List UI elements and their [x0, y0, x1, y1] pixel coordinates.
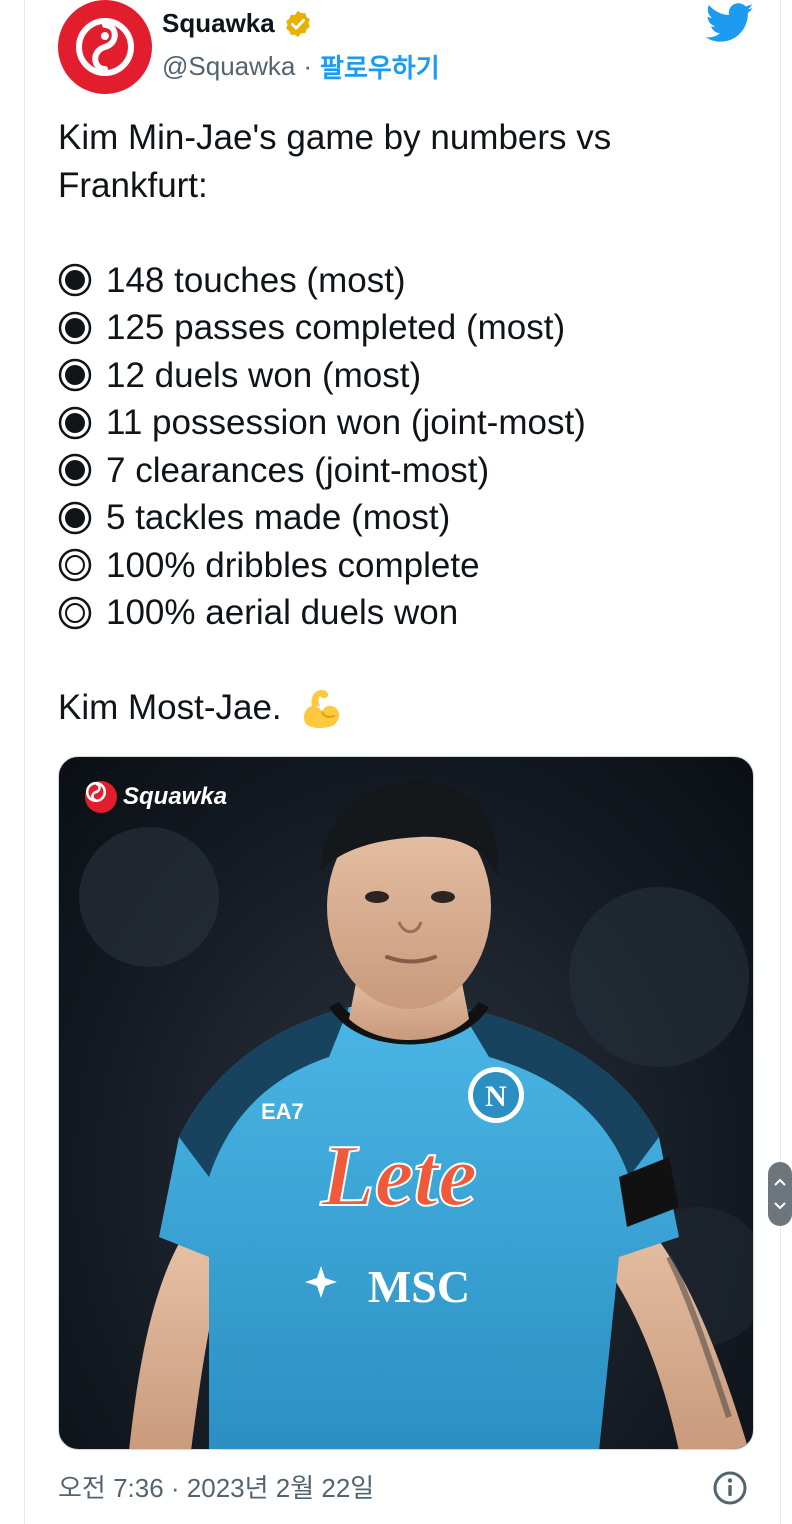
stat-line: 125 passes completed (most)	[58, 304, 758, 352]
stat-line: 5 tackles made (most)	[58, 494, 758, 542]
stat-line: 100% dribbles complete	[58, 542, 758, 590]
stat-line: 12 duels won (most)	[58, 352, 758, 400]
follow-link[interactable]: 팔로우하기	[320, 48, 440, 85]
chevron-up-icon	[774, 1178, 786, 1186]
media-brand-label: Squawka	[123, 783, 228, 810]
flexed-biceps-icon	[303, 690, 339, 729]
filled-circle-bullet-icon	[58, 454, 92, 487]
author-handle-row: @Squawka · 팔로우하기	[162, 48, 440, 85]
filled-circle-bullet-icon	[58, 311, 92, 344]
shirt-sponsor: Lete	[320, 1128, 477, 1225]
filled-circle-bullet-icon	[58, 501, 92, 534]
tweet-media-image[interactable]: N EA7 Lete MSC Squawka	[58, 756, 754, 1450]
stat-text: 5 tackles made (most)	[106, 498, 451, 537]
filled-circle-bullet-icon	[58, 264, 92, 297]
media-brand-watermark: Squawka	[85, 781, 227, 813]
tweet-timestamp[interactable]: 오전 7:36 · 2023년 2월 22일	[58, 1468, 374, 1505]
filled-circle-bullet-icon	[58, 359, 92, 392]
info-icon[interactable]	[712, 1470, 748, 1506]
handle-separator: ·	[303, 51, 313, 81]
squawka-logo-icon	[76, 18, 134, 76]
crest-letter: N	[485, 1080, 507, 1113]
kit-brand-label: EA7	[261, 1099, 304, 1124]
squawka-watermark-logo-icon	[85, 781, 117, 813]
filled-circle-bullet-icon	[58, 406, 92, 439]
tweet-closing-text: Kim Most-Jae.	[58, 688, 282, 728]
stat-text: 7 clearances (joint-most)	[106, 450, 490, 490]
stat-text: 148 touches (most)	[106, 260, 406, 300]
stat-text: 100% aerial duels won	[106, 593, 459, 632]
player-illustration: N EA7 Lete MSC	[79, 780, 753, 1449]
chevron-down-icon	[774, 1202, 786, 1210]
author-name-row[interactable]: Squawka	[162, 8, 313, 39]
scroll-handle[interactable]	[768, 1162, 792, 1226]
twitter-bird-icon[interactable]	[706, 2, 754, 44]
tweet-intro-line-2: Frankfurt:	[58, 165, 208, 205]
tweet-closing-line: Kim Most-Jae.	[58, 684, 758, 732]
stat-text: 11 possession won (joint-most)	[106, 403, 586, 442]
stat-text: 12 duels won (most)	[106, 355, 422, 395]
verified-badge-icon	[285, 10, 310, 37]
shirt-secondary-sponsor: MSC	[368, 1261, 470, 1312]
stat-text: 100% dribbles complete	[106, 545, 480, 585]
stat-line: 100% aerial duels won	[58, 589, 758, 637]
stat-line: 148 touches (most)	[58, 257, 758, 305]
tweet-intro-line-1: Kim Min-Jae's game by numbers vs	[58, 118, 612, 157]
stat-line: 11 possession won (joint-most)	[58, 399, 758, 447]
tweet-text: Kim Min-Jae's game by numbers vs Frankfu…	[58, 114, 758, 732]
stat-text: 125 passes completed (most)	[106, 308, 566, 347]
author-display-name[interactable]: Squawka	[162, 8, 275, 39]
hollow-circle-bullet-icon	[58, 549, 92, 582]
stats-list: 148 touches (most) 125 passes completed (…	[58, 257, 758, 637]
hollow-circle-bullet-icon	[58, 596, 92, 629]
stat-line: 7 clearances (joint-most)	[58, 447, 758, 495]
author-handle[interactable]: @Squawka	[162, 51, 295, 82]
author-avatar[interactable]	[58, 0, 152, 94]
